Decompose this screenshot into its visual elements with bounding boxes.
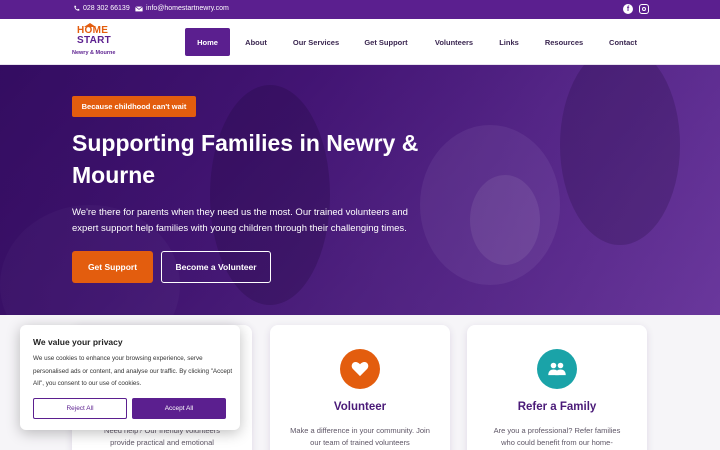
top-bar: 028 302 66139 info@homestartnewry.com f [0, 0, 720, 19]
nav-our-services[interactable]: Our Services [284, 28, 348, 56]
home-start-logo[interactable]: HOME START Newry & Mourne [72, 23, 124, 60]
hero-section: Because childhood can't wait Supporting … [0, 65, 720, 315]
site-header: HOME START Newry & Mourne Home About Our… [0, 19, 720, 65]
envelope-icon [135, 5, 143, 11]
nav-get-support[interactable]: Get Support [356, 28, 416, 56]
nav-about[interactable]: About [240, 28, 272, 56]
nav-resources[interactable]: Resources [537, 28, 591, 56]
phone-link[interactable]: 028 302 66139 [73, 5, 130, 12]
become-volunteer-button[interactable]: Become a Volunteer [161, 251, 271, 283]
heart-icon [340, 349, 380, 389]
card-text: Make a difference in your community. Joi… [290, 426, 430, 447]
phone-icon [74, 5, 80, 11]
facebook-icon[interactable]: f [623, 4, 633, 14]
hero-title: Supporting Families in Newry & Mourne [72, 130, 419, 188]
instagram-icon[interactable] [639, 4, 649, 14]
hero-tagline-badge: Because childhood can't wait [72, 96, 196, 117]
reject-all-button[interactable]: Reject All [33, 398, 127, 419]
email-address: info@homestartnewry.com [146, 5, 229, 12]
nav-home[interactable]: Home [185, 28, 230, 56]
service-card-refer-family[interactable]: Refer a Family Are you a professional? R… [467, 325, 647, 450]
hero-subtitle: We're there for parents when they need u… [72, 207, 408, 234]
service-card-volunteer[interactable]: Volunteer Make a difference in your comm… [270, 325, 450, 450]
email-link[interactable]: info@homestartnewry.com [135, 5, 229, 12]
phone-number: 028 302 66139 [83, 5, 130, 12]
logo-location: Newry & Mourne [72, 50, 116, 56]
cookie-title: We value your privacy [33, 337, 123, 347]
nav-contact[interactable]: Contact [603, 28, 643, 56]
logo-line-2: START [77, 35, 112, 46]
users-icon [537, 349, 577, 389]
nav-links[interactable]: Links [493, 28, 525, 56]
cookie-text: We use cookies to enhance your browsing … [33, 355, 233, 387]
get-support-button[interactable]: Get Support [72, 251, 153, 283]
card-title: Volunteer [333, 401, 387, 413]
card-title: Refer a Family [517, 401, 597, 413]
cookie-consent-dialog: We value your privacy We use cookies to … [20, 325, 240, 430]
card-text: Are you a professional? Refer families w… [493, 426, 621, 447]
nav-volunteers[interactable]: Volunteers [427, 28, 481, 56]
accept-all-button[interactable]: Accept All [132, 398, 226, 419]
